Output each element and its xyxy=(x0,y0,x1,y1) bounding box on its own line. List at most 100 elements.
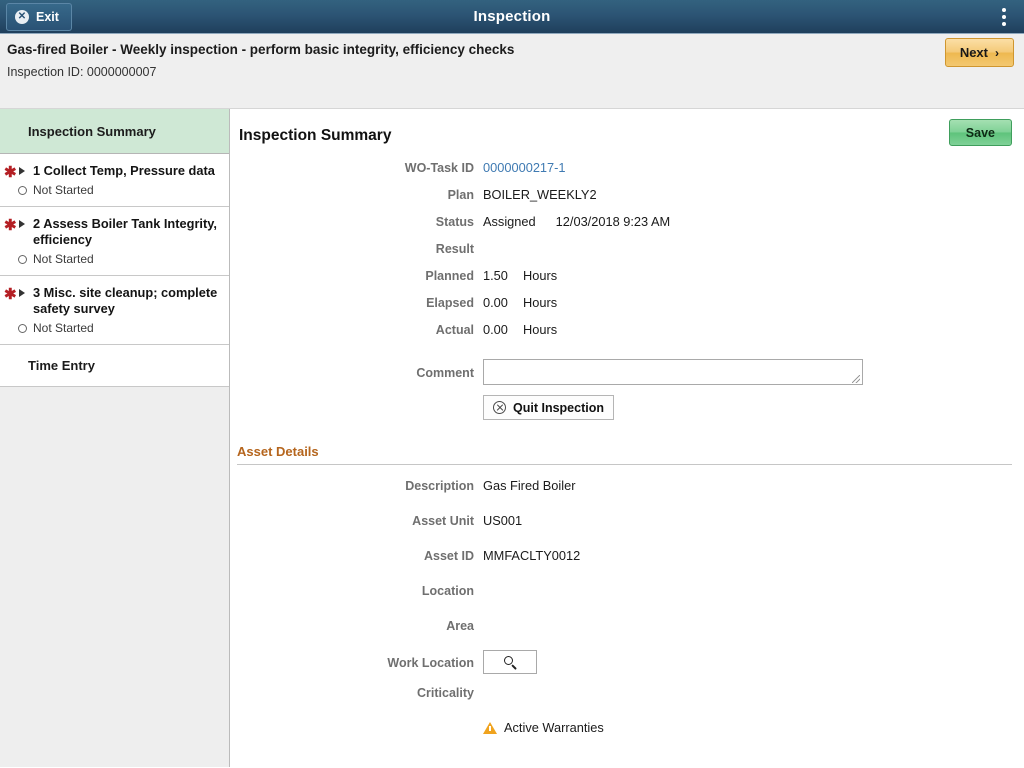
inspection-id: Inspection ID: 0000000007 xyxy=(7,65,157,79)
field-row-plan: Plan BOILER_WEEKLY2 xyxy=(230,186,1024,213)
status-badge: Assigned xyxy=(483,214,536,229)
planned-value: 1.50 xyxy=(483,268,508,283)
required-asterisk-icon: ✱ xyxy=(4,286,17,303)
field-row-location: Location xyxy=(230,582,1024,609)
sidebar-item-label: 2 Assess Boiler Tank Integrity, efficien… xyxy=(33,216,217,247)
elapsed-value: 0.00 xyxy=(483,295,508,310)
quit-inspection-row: Quit Inspection xyxy=(230,395,1024,422)
actual-unit: Hours xyxy=(523,322,558,337)
sidebar-item-status-label: Not Started xyxy=(33,183,94,197)
field-row-actual: Actual 0.00 Hours xyxy=(230,321,1024,348)
description-label: Description xyxy=(405,479,474,493)
not-started-circle-icon xyxy=(18,323,27,333)
plan-value: BOILER_WEEKLY2 xyxy=(483,187,597,202)
section-title: Inspection Summary xyxy=(239,127,392,144)
field-row-comment: Comment xyxy=(230,359,1024,386)
field-row-work-location: Work Location xyxy=(230,650,1024,677)
save-button[interactable]: Save xyxy=(948,119,1012,146)
sidebar-item-inspection-summary[interactable]: Inspection Summary xyxy=(0,109,229,154)
required-asterisk-icon: ✱ xyxy=(4,164,17,181)
sidebar-item-status-label: Not Started xyxy=(33,252,94,266)
sidebar-item-step-2[interactable]: ✱ 2 Assess Boiler Tank Integrity, effici… xyxy=(0,207,229,276)
criticality-label: Criticality xyxy=(417,686,474,700)
sidebar-item-time-entry[interactable]: Time Entry xyxy=(0,345,229,387)
required-asterisk-icon: ✱ xyxy=(4,217,17,234)
actual-label: Actual xyxy=(435,323,474,337)
quit-inspection-cell: Quit Inspection xyxy=(483,395,614,420)
field-row-criticality: Criticality xyxy=(230,684,1024,711)
active-warranties-link[interactable]: Active Warranties xyxy=(483,720,604,735)
field-row-warranties: Active Warranties xyxy=(230,720,1024,747)
asset-id-label: Asset ID xyxy=(423,549,474,563)
kebab-dot xyxy=(1002,15,1006,19)
planned-label: Planned xyxy=(425,269,474,283)
main-panel: Inspection Summary Save WO-Task ID 00000… xyxy=(230,109,1024,767)
location-label: Location xyxy=(421,584,474,598)
wo-task-id-label: WO-Task ID xyxy=(404,161,474,175)
field-row-wo-task-id: WO-Task ID 0000000217-1 xyxy=(230,159,1024,186)
quit-inspection-button[interactable]: Quit Inspection xyxy=(483,395,614,420)
sidebar-item-label: 1 Collect Temp, Pressure data xyxy=(33,163,215,178)
sidebar-tab-label: Inspection Summary xyxy=(28,123,156,139)
area-label: Area xyxy=(446,619,474,633)
comment-label: Comment xyxy=(416,366,474,380)
chevron-right-icon[interactable] xyxy=(19,289,25,297)
status-value-group: Assigned 12/03/2018 9:23 AM xyxy=(483,213,670,231)
search-icon-handle xyxy=(510,664,517,670)
planned-value-group: 1.50 Hours xyxy=(483,267,557,285)
asset-details-section-header: Asset Details xyxy=(237,444,1012,465)
resize-grip-icon[interactable] xyxy=(852,375,860,383)
inspection-summary-form: WO-Task ID 0000000217-1 Plan BOILER_WEEK… xyxy=(230,151,1024,767)
warranties-cell: Active Warranties xyxy=(483,720,604,739)
sidebar-item-label: 3 Misc. site cleanup; complete safety su… xyxy=(33,285,218,316)
elapsed-value-group: 0.00 Hours xyxy=(483,294,557,312)
chevron-right-icon[interactable] xyxy=(19,220,25,228)
sidebar-item-label: Time Entry xyxy=(28,358,95,373)
field-row-asset-id: Asset ID MMFACLTY0012 xyxy=(230,547,1024,574)
search-icon xyxy=(503,655,517,670)
field-row-area: Area xyxy=(230,617,1024,644)
sidebar-item-status: Not Started xyxy=(18,252,221,266)
wo-task-id-link[interactable]: 0000000217-1 xyxy=(483,159,566,177)
kebab-dot xyxy=(1002,8,1006,12)
actual-value-group: 0.00 Hours xyxy=(483,321,557,339)
work-location-lookup-button[interactable] xyxy=(483,650,537,674)
elapsed-unit: Hours xyxy=(523,295,558,310)
not-started-circle-icon xyxy=(18,254,27,264)
asset-details-title: Asset Details xyxy=(237,444,319,459)
status-label: Status xyxy=(435,215,474,229)
page-title: Inspection xyxy=(473,8,551,25)
sidebar-item-step-1[interactable]: ✱ 1 Collect Temp, Pressure data Not Star… xyxy=(0,154,229,207)
save-button-label: Save xyxy=(965,125,995,140)
field-row-description: Description Gas Fired Boiler xyxy=(230,477,1024,504)
search-icon-lens xyxy=(503,655,513,665)
comment-input[interactable] xyxy=(483,359,863,385)
chevron-right-icon: › xyxy=(995,45,999,60)
sub-header: Gas-fired Boiler - Weekly inspection - p… xyxy=(0,34,1024,109)
field-row-result: Result xyxy=(230,240,1024,267)
field-row-asset-unit: Asset Unit US001 xyxy=(230,512,1024,539)
field-row-elapsed: Elapsed 0.00 Hours xyxy=(230,294,1024,321)
sidebar-item-status-label: Not Started xyxy=(33,321,94,335)
field-row-status: Status Assigned 12/03/2018 9:23 AM xyxy=(230,213,1024,240)
description-value: Gas Fired Boiler xyxy=(483,478,576,493)
content-body: Inspection Summary ✱ 1 Collect Temp, Pre… xyxy=(0,109,1024,767)
actual-value: 0.00 xyxy=(483,322,508,337)
plan-label: Plan xyxy=(447,188,474,202)
next-button[interactable]: Next › xyxy=(944,38,1014,67)
cancel-circle-icon xyxy=(493,401,506,414)
sidebar-item-step-3[interactable]: ✱ 3 Misc. site cleanup; complete safety … xyxy=(0,276,229,345)
quit-inspection-label: Quit Inspection xyxy=(513,400,604,415)
sidebar: Inspection Summary ✱ 1 Collect Temp, Pre… xyxy=(0,109,230,767)
asset-unit-label: Asset Unit xyxy=(412,514,474,528)
kebab-menu-icon[interactable] xyxy=(994,6,1014,28)
not-started-circle-icon xyxy=(18,185,27,195)
chevron-right-icon[interactable] xyxy=(19,167,25,175)
sidebar-item-status: Not Started xyxy=(18,183,221,197)
planned-unit: Hours xyxy=(523,268,558,283)
status-timestamp: 12/03/2018 9:23 AM xyxy=(555,214,671,229)
field-row-planned: Planned 1.50 Hours xyxy=(230,267,1024,294)
result-label: Result xyxy=(435,242,474,256)
warning-triangle-icon xyxy=(483,721,497,734)
app-title-bar: ✕ Exit Inspection xyxy=(0,0,1024,34)
